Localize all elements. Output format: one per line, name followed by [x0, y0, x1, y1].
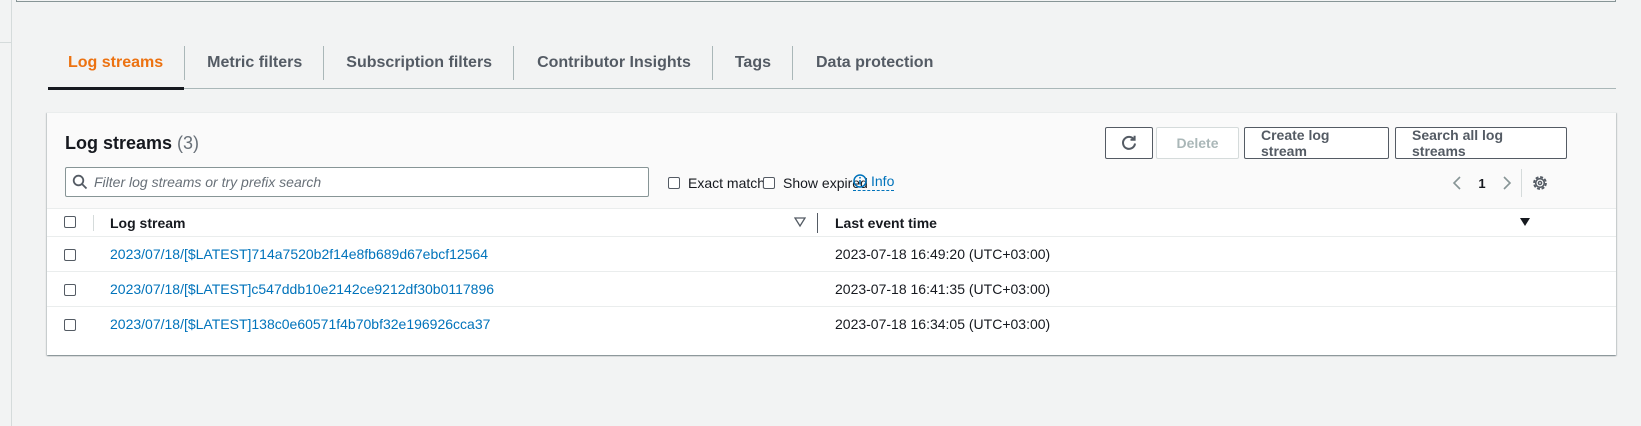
exact-match-option[interactable]: Exact match: [668, 175, 765, 191]
column-resize-handle[interactable]: [817, 213, 818, 233]
rail-divider: [0, 42, 11, 43]
refresh-icon: [1122, 135, 1136, 150]
tab-log-streams[interactable]: Log streams: [48, 37, 185, 90]
left-navigation-rail: [0, 0, 12, 426]
previous-page-button[interactable]: [1447, 173, 1467, 193]
table-row: 2023/07/18/[$LATEST]c547ddb10e2142ce9212…: [47, 272, 1616, 307]
table-header: Log stream Last event time: [47, 209, 1616, 237]
exact-match-label: Exact match: [688, 175, 766, 191]
log-stream-link[interactable]: 2023/07/18/[$LATEST]c547ddb10e2142ce9212…: [110, 281, 494, 297]
panel-title: Log streams (3): [65, 133, 199, 154]
search-all-log-streams-button[interactable]: Search all log streams: [1395, 127, 1567, 159]
info-icon: [853, 174, 867, 188]
chevron-left-icon: [1452, 176, 1461, 190]
show-expired-checkbox[interactable]: [763, 177, 775, 189]
tab-data-protection[interactable]: Data protection: [793, 37, 954, 88]
last-event-time: 2023-07-18 16:41:35 (UTC+03:00): [835, 281, 1051, 297]
row-checkbox[interactable]: [64, 249, 76, 261]
pagination: 1: [1447, 171, 1517, 195]
search-icon: [72, 174, 88, 190]
sort-icon[interactable]: [794, 216, 806, 228]
tab-contributor-insights[interactable]: Contributor Insights: [514, 37, 712, 88]
last-event-time: 2023-07-18 16:49:20 (UTC+03:00): [835, 246, 1051, 262]
column-divider: [93, 215, 94, 231]
create-log-stream-button[interactable]: Create log stream: [1244, 127, 1389, 159]
search-field: [65, 167, 649, 197]
details-panel-edge: [16, 0, 1616, 2]
tab-tags[interactable]: Tags: [713, 37, 792, 88]
tab-metric-filters[interactable]: Metric filters: [185, 37, 323, 88]
stream-count: (3): [177, 133, 200, 153]
panel-header: Log streams (3) Delete Create log stream …: [47, 113, 1616, 209]
panel-title-text: Log streams: [65, 133, 173, 153]
log-streams-panel: Log streams (3) Delete Create log stream …: [47, 112, 1616, 355]
info-link[interactable]: Info: [853, 173, 895, 191]
select-all-checkbox[interactable]: [64, 216, 76, 228]
exact-match-checkbox[interactable]: [668, 177, 680, 189]
log-stream-link[interactable]: 2023/07/18/[$LATEST]714a7520b2f14e8fb689…: [110, 246, 488, 262]
pager-divider: [1521, 169, 1522, 197]
info-label: Info: [871, 173, 895, 189]
row-checkbox[interactable]: [64, 284, 76, 296]
sort-descending-icon[interactable]: [1519, 216, 1531, 228]
refresh-button[interactable]: [1105, 127, 1153, 159]
column-header-last-event-time[interactable]: Last event time: [835, 215, 937, 231]
page-number[interactable]: 1: [1467, 176, 1497, 191]
search-input[interactable]: [94, 168, 644, 196]
table-row: 2023/07/18/[$LATEST]714a7520b2f14e8fb689…: [47, 237, 1616, 272]
gear-icon[interactable]: [1531, 174, 1549, 192]
log-stream-link[interactable]: 2023/07/18/[$LATEST]138c0e60571f4b70bf32…: [110, 316, 490, 332]
row-checkbox[interactable]: [64, 319, 76, 331]
table-row: 2023/07/18/[$LATEST]138c0e60571f4b70bf32…: [47, 307, 1616, 342]
last-event-time: 2023-07-18 16:34:05 (UTC+03:00): [835, 316, 1051, 332]
column-header-log-stream[interactable]: Log stream: [110, 215, 185, 231]
tab-subscription-filters[interactable]: Subscription filters: [324, 37, 513, 88]
delete-button[interactable]: Delete: [1156, 127, 1239, 159]
chevron-right-icon: [1503, 176, 1512, 190]
next-page-button[interactable]: [1497, 173, 1517, 193]
tab-bar: Log streams Metric filters Subscription …: [48, 37, 1616, 90]
